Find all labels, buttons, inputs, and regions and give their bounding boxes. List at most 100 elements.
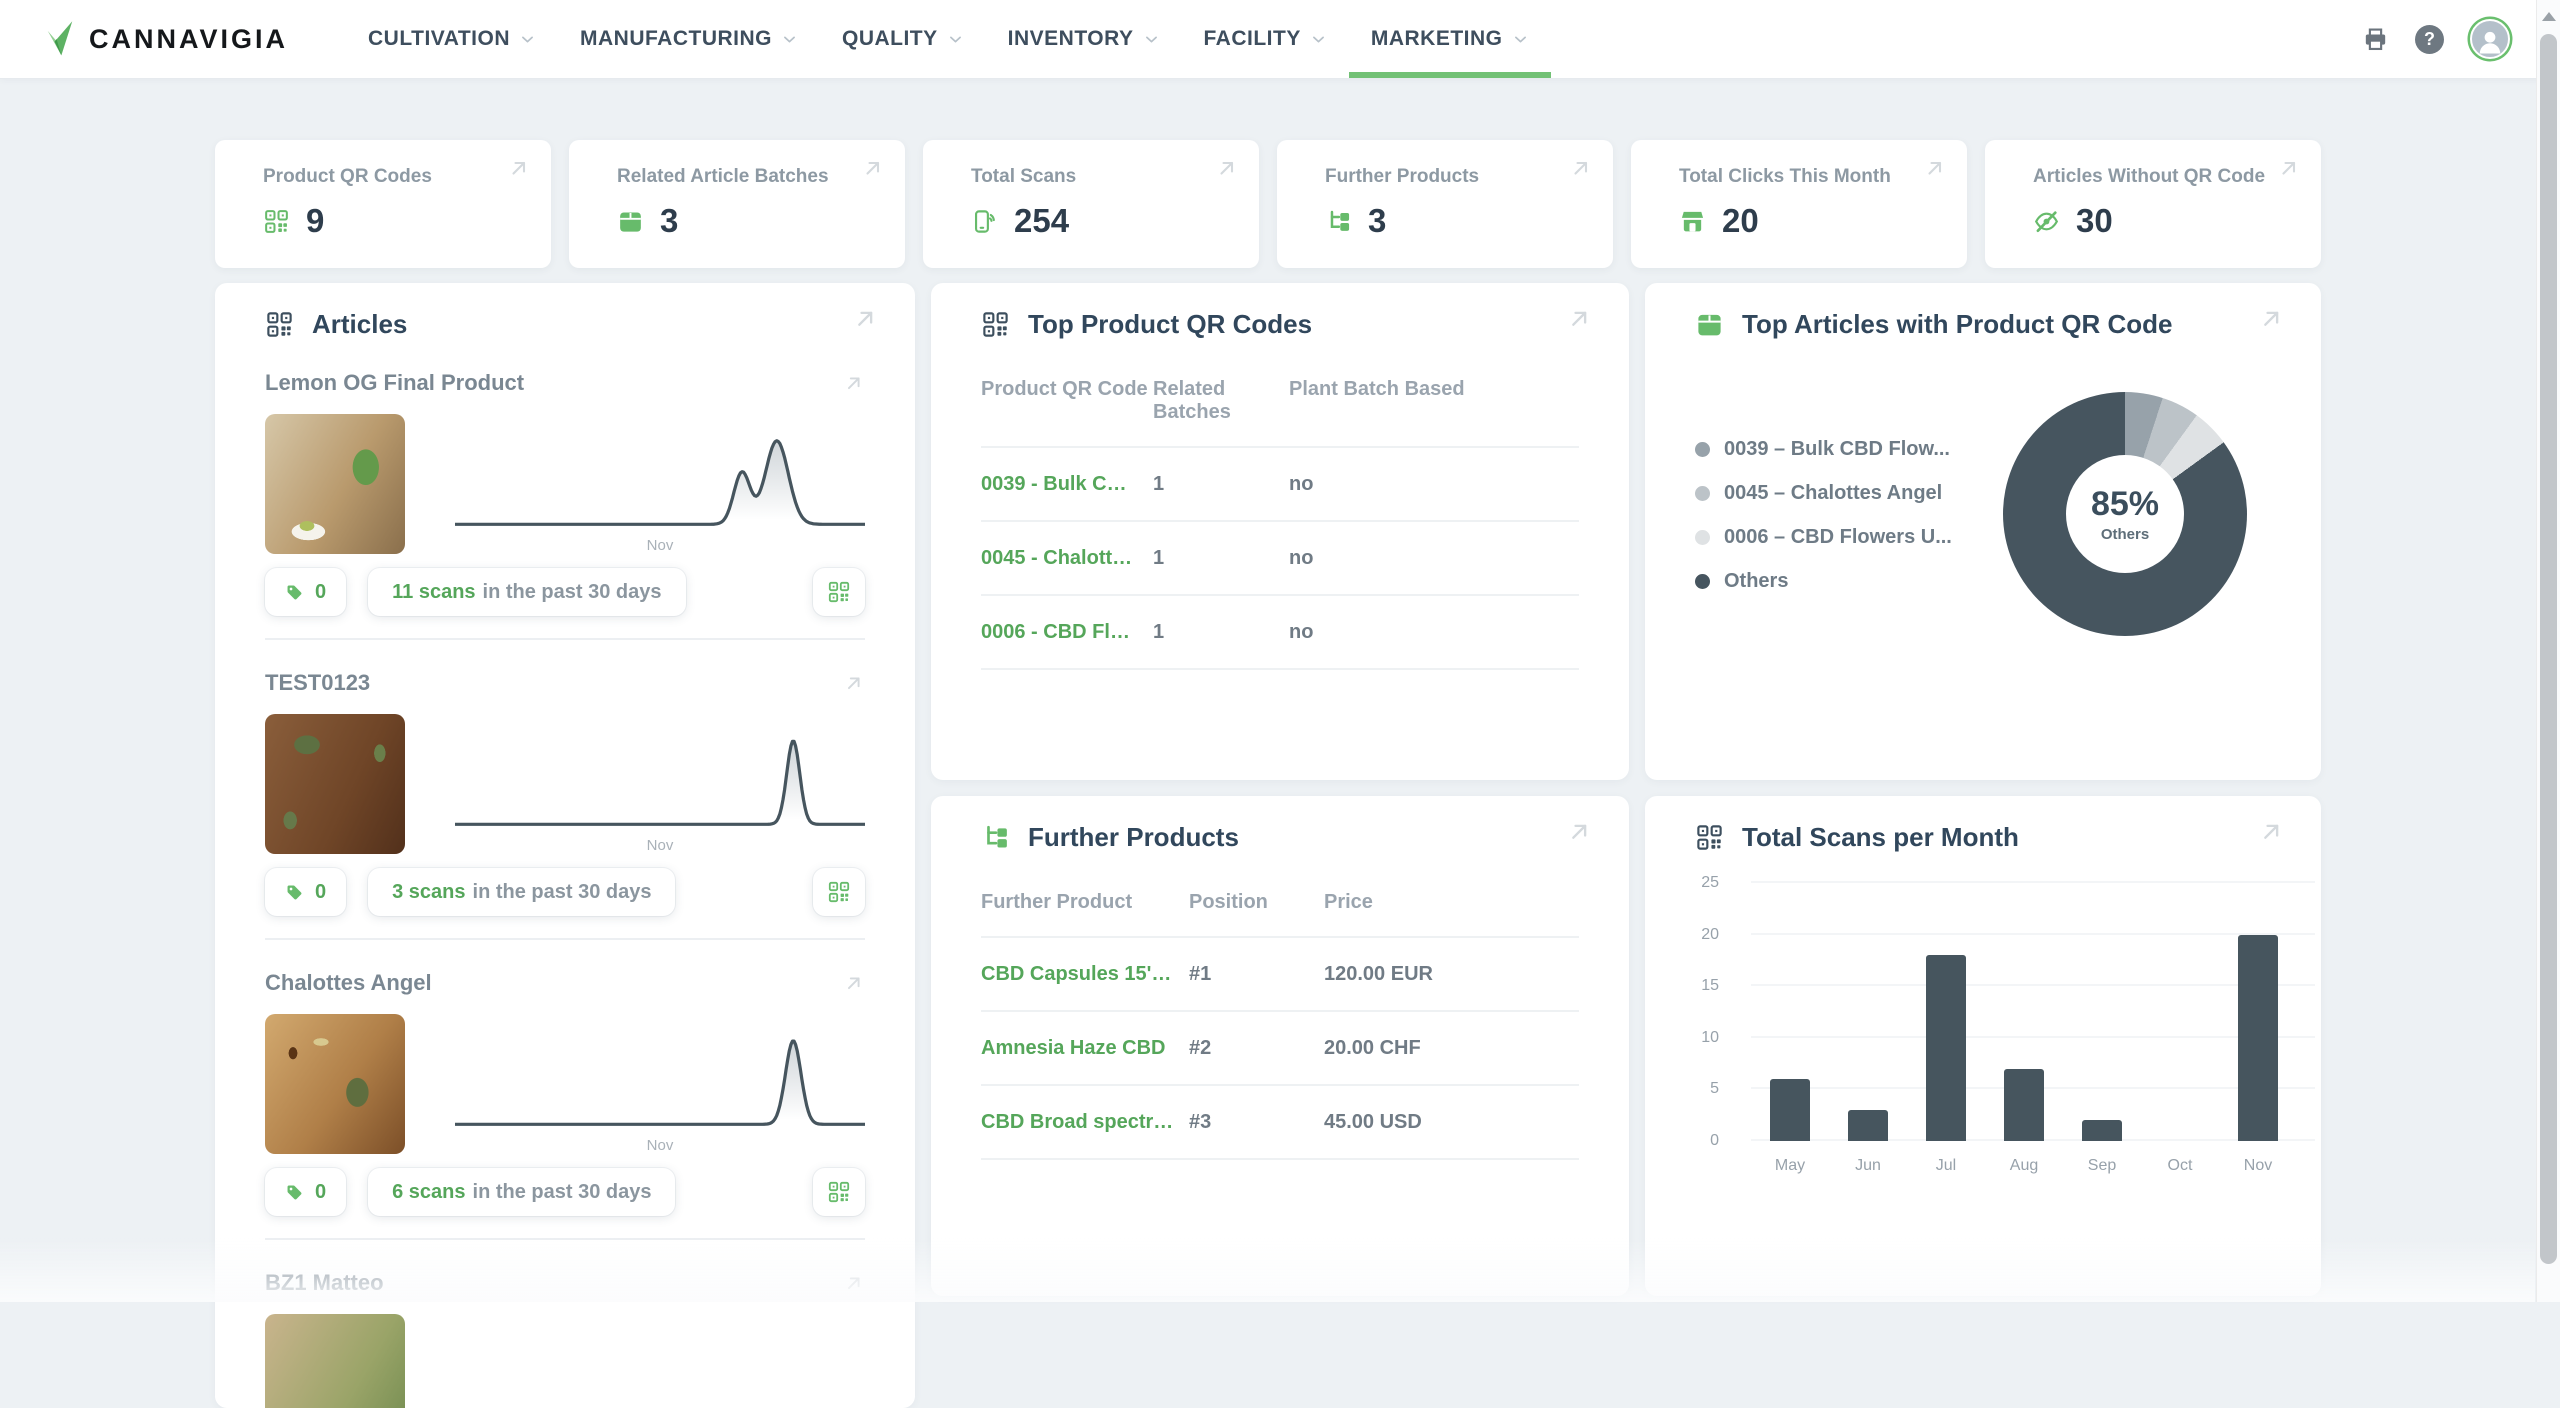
donut-center-label: Others — [2101, 526, 2149, 543]
y-tick-label: 25 — [1701, 874, 1719, 892]
legend-label: 0045 – Chalottes Angel — [1724, 482, 1942, 505]
nav-label: QUALITY — [842, 27, 938, 51]
product-qr-link[interactable]: 0045 - Chalottes Angel — [981, 547, 1153, 570]
gridline-25 — [1751, 881, 2315, 883]
open-link-icon[interactable] — [2277, 156, 2301, 180]
tag-count-chip: 0 — [265, 568, 346, 616]
nav-label: MANUFACTURING — [580, 27, 772, 51]
tag-count-chip: 0 — [265, 868, 346, 916]
qr-code-button[interactable] — [813, 1168, 865, 1216]
legend-item: Others — [1695, 570, 1985, 593]
open-article-icon[interactable] — [843, 1272, 865, 1294]
hierarchy-icon — [981, 823, 1010, 852]
top-articles-donut: 85% Others — [2003, 392, 2247, 636]
expand-panel-icon[interactable] — [1566, 305, 1593, 332]
stat-value: 254 — [1014, 202, 1069, 240]
article-title: Lemon OG Final Product — [265, 370, 524, 396]
table-row: 0006 - CBD Flowers Unic... 1 no — [981, 596, 1579, 670]
product-qr-link[interactable]: 0006 - CBD Flowers Unic... — [981, 621, 1153, 644]
expand-panel-icon[interactable] — [2258, 818, 2285, 845]
nav-manufacturing[interactable]: MANUFACTURING — [558, 0, 820, 78]
qr-code-icon — [827, 1180, 851, 1204]
expand-panel-icon[interactable] — [2258, 305, 2285, 332]
stat-value: 20 — [1722, 202, 1759, 240]
stat-value: 3 — [1368, 202, 1386, 240]
scrollbar-up-arrow[interactable] — [2542, 12, 2556, 21]
chevron-down-icon — [781, 31, 798, 48]
nav-marketing[interactable]: MARKETING — [1349, 0, 1551, 78]
open-link-icon[interactable] — [507, 156, 531, 180]
nav-quality[interactable]: QUALITY — [820, 0, 986, 78]
sparkline-month-label: Nov — [455, 537, 865, 554]
scan-sparkline: Nov — [455, 1014, 865, 1154]
column-header: Plant Batch Based — [1289, 378, 1579, 424]
tag-count: 0 — [315, 581, 326, 604]
y-axis: 0510152025 — [1677, 883, 1719, 1141]
tag-count: 0 — [315, 881, 326, 904]
help-button[interactable]: ? — [2415, 25, 2444, 54]
open-article-icon[interactable] — [843, 972, 865, 994]
expand-panel-icon[interactable] — [1566, 818, 1593, 845]
legend-dot — [1695, 530, 1710, 545]
price-cell: 120.00 EUR — [1324, 963, 1579, 986]
further-product-link[interactable]: CBD Broad spectrum — [981, 1111, 1189, 1134]
open-link-icon[interactable] — [1215, 156, 1239, 180]
expand-panel-icon[interactable] — [852, 305, 879, 332]
further-product-link[interactable]: Amnesia Haze CBD — [981, 1037, 1189, 1060]
hierarchy-icon — [1325, 208, 1352, 235]
price-cell: 45.00 USD — [1324, 1111, 1579, 1134]
legend-item: 0006 – CBD Flowers U... — [1695, 526, 1985, 549]
open-link-icon[interactable] — [1923, 156, 1947, 180]
scans-chip: 3 scans in the past 30 days — [368, 868, 675, 916]
total-scans-per-month-panel: Total Scans per Month 0510152025 MayJunJ… — [1645, 796, 2321, 1296]
legend-label: 0039 – Bulk CBD Flow... — [1724, 438, 1950, 461]
panel-title: Top Product QR Codes — [1028, 309, 1312, 340]
open-link-icon[interactable] — [1569, 156, 1593, 180]
x-tick-label: Sep — [2063, 1157, 2141, 1175]
column-header: Further Product — [981, 891, 1189, 914]
scan-count: 11 scans — [392, 581, 475, 604]
scans-chip: 6 scans in the past 30 days — [368, 1168, 675, 1216]
stat-total-clicks: Total Clicks This Month 20 — [1631, 140, 1967, 268]
nav-cultivation[interactable]: CULTIVATION — [346, 0, 558, 78]
scan-sparkline: Nov — [455, 414, 865, 554]
brand-logo[interactable]: CANNAVIGIA — [45, 0, 288, 78]
stat-value: 3 — [660, 202, 678, 240]
product-qr-link[interactable]: 0039 - Bulk CBD Flowers — [981, 473, 1153, 496]
further-product-link[interactable]: CBD Capsules 15'000mg — [981, 963, 1189, 986]
question-mark-icon: ? — [2424, 29, 2435, 50]
gridline-15 — [1751, 984, 2315, 986]
qr-code-icon — [827, 580, 851, 604]
top-actions: ? — [2362, 0, 2510, 78]
table-row: Amnesia Haze CBD #2 20.00 CHF — [981, 1012, 1579, 1086]
gridline-10 — [1751, 1036, 2315, 1038]
article-title: Chalottes Angel — [265, 970, 432, 996]
nav-inventory[interactable]: INVENTORY — [986, 0, 1182, 78]
legend-item: 0039 – Bulk CBD Flow... — [1695, 438, 1985, 461]
user-avatar[interactable] — [2470, 19, 2510, 59]
scan-count-suffix: in the past 30 days — [473, 1181, 652, 1204]
stat-total-scans: Total Scans 254 — [923, 140, 1259, 268]
table-row: 0045 - Chalottes Angel 1 no — [981, 522, 1579, 596]
position-cell: #3 — [1189, 1111, 1324, 1134]
related-batches-cell: 1 — [1153, 547, 1289, 570]
nav-label: INVENTORY — [1008, 27, 1134, 51]
open-article-icon[interactable] — [843, 372, 865, 394]
qr-code-button[interactable] — [813, 568, 865, 616]
x-tick-label: Aug — [1985, 1157, 2063, 1175]
table-header: Further Product Position Price — [981, 891, 1579, 938]
open-article-icon[interactable] — [843, 672, 865, 694]
sparkline-month-label: Nov — [455, 837, 865, 854]
chevron-down-icon — [1310, 31, 1327, 48]
qr-code-button[interactable] — [813, 868, 865, 916]
x-tick-label: May — [1751, 1157, 1829, 1175]
legend-label: 0006 – CBD Flowers U... — [1724, 526, 1952, 549]
nav-facility[interactable]: FACILITY — [1182, 0, 1349, 78]
panel-title: Top Articles with Product QR Code — [1742, 309, 2172, 340]
brand-name: CANNAVIGIA — [89, 24, 288, 55]
dashboard-content: Product QR Codes 9 Related Article Batch… — [215, 78, 2321, 1408]
open-link-icon[interactable] — [861, 156, 885, 180]
scrollbar-thumb[interactable] — [2540, 34, 2557, 1264]
printer-icon[interactable] — [2362, 26, 2389, 53]
table-row: 0039 - Bulk CBD Flowers 1 no — [981, 448, 1579, 522]
